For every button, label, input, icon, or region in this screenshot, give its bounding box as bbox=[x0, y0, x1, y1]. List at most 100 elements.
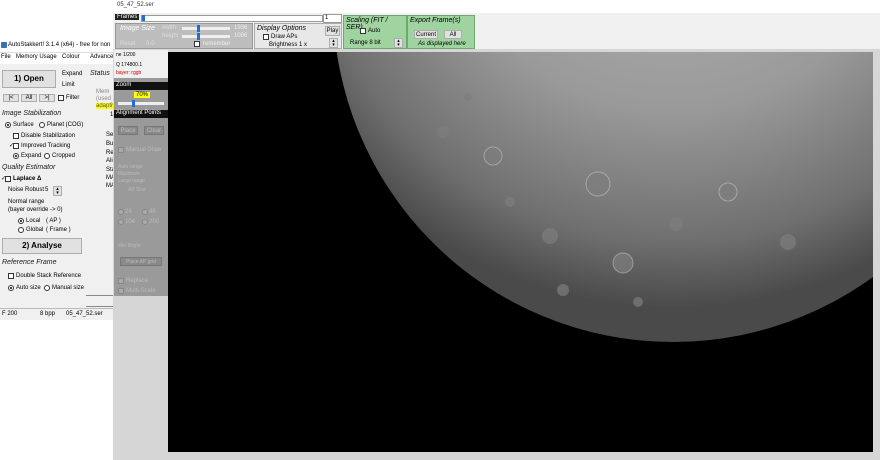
all-frames-button[interactable]: All bbox=[21, 94, 37, 102]
brightness-label: Brightness 1 x bbox=[269, 42, 308, 48]
global-frame-radio[interactable] bbox=[18, 227, 24, 234]
place-button[interactable]: Place bbox=[118, 126, 138, 135]
brightness-stepper[interactable]: ▴ ▾ bbox=[329, 38, 338, 48]
height-slider-thumb[interactable] bbox=[197, 33, 200, 40]
status-heading: Status bbox=[90, 70, 110, 77]
filter-label: Filter bbox=[66, 95, 80, 101]
frames-slider-thumb[interactable] bbox=[142, 15, 145, 21]
display-options-heading: Display Options bbox=[257, 25, 307, 32]
progress-bars bbox=[86, 295, 116, 307]
expand-label: Expand bbox=[62, 71, 83, 77]
draw-aps-checkbox[interactable] bbox=[263, 34, 269, 41]
surface-radio[interactable] bbox=[5, 122, 11, 129]
scaling-auto-checkbox[interactable] bbox=[360, 28, 366, 35]
bayer-label: bayer: rggb bbox=[116, 70, 142, 76]
laplace-checkbox[interactable] bbox=[5, 176, 11, 183]
image-toolbar: Frames 1 Image Size width height 1936 10… bbox=[113, 13, 880, 49]
main-titlebar: AutoStakkert! 3.1.4 (x64) - free for non bbox=[0, 40, 118, 53]
ap-size-200-radio[interactable] bbox=[142, 219, 148, 226]
double-stack-checkbox[interactable] bbox=[8, 273, 14, 280]
planet-cog-radio[interactable] bbox=[39, 122, 45, 129]
ap-size-200-label: 200 bbox=[149, 219, 160, 225]
height-slider[interactable] bbox=[182, 33, 230, 40]
replace-label: Replace bbox=[126, 278, 149, 284]
first-frame-button[interactable]: |< bbox=[3, 94, 19, 102]
open-button[interactable]: 1) Open bbox=[2, 70, 56, 88]
zoom-heading: Zoom bbox=[114, 82, 168, 90]
frame-number-field[interactable]: 1 bbox=[323, 14, 342, 23]
disable-stabilization-checkbox[interactable] bbox=[13, 133, 19, 140]
ap-grid-text-3: Large range bbox=[118, 178, 145, 184]
filter-checkbox[interactable] bbox=[58, 95, 64, 102]
manual-size-radio[interactable] bbox=[44, 285, 50, 292]
local-ap-radio[interactable] bbox=[18, 218, 24, 225]
global-suffix: ( Frame ) bbox=[46, 227, 71, 233]
image-size-group: Image Size width height 1936 1096 Reset … bbox=[115, 23, 253, 49]
scaling-group: Scaling (FIT / SER) Auto Range 8 bit ▴ ▾ bbox=[343, 15, 407, 49]
range-stepper[interactable]: ▴ ▾ bbox=[394, 38, 403, 48]
status-bar: F 200 8 bpp 05_47_52.ser bbox=[0, 308, 118, 320]
width-slider-thumb[interactable] bbox=[197, 25, 200, 32]
multi-scale-label: Multi-Scale bbox=[126, 288, 156, 294]
main-window: AutoStakkert! 3.1.4 (x64) - free for non… bbox=[0, 40, 119, 320]
frame-info-box: ne 1/200 Q 174800.1 bayer: rggb bbox=[114, 50, 168, 78]
manual-draw-label: Manual Draw bbox=[126, 147, 162, 153]
frames-slider[interactable] bbox=[141, 15, 323, 22]
reset-label[interactable]: Reset bbox=[120, 41, 136, 47]
remember-checkbox[interactable] bbox=[194, 41, 200, 48]
quality-estimator-heading: Quality Estimator bbox=[2, 164, 56, 171]
ap-size-48-radio[interactable] bbox=[142, 209, 148, 216]
ap-size-104-radio[interactable] bbox=[118, 219, 124, 226]
app-icon bbox=[1, 42, 7, 48]
global-label: Global bbox=[26, 227, 44, 233]
width-value: 1936 bbox=[234, 25, 248, 31]
clear-button[interactable]: Clear bbox=[144, 126, 164, 135]
ap-size-24-label: 24 bbox=[125, 209, 132, 215]
zoom-slider-thumb[interactable] bbox=[132, 100, 135, 107]
manual-size-label: Manual size bbox=[52, 285, 85, 291]
analyse-button[interactable]: 2) Analyse bbox=[2, 238, 82, 254]
improved-tracking-checkbox[interactable] bbox=[13, 143, 19, 150]
export-group: Export Frame(s) Current All As displayed… bbox=[407, 15, 475, 49]
normal-range-label: Normal range bbox=[8, 199, 45, 205]
ap-grid-text-1: Auto range bbox=[118, 164, 143, 170]
auto-size-radio[interactable] bbox=[8, 285, 14, 292]
image-window: 05_47_52.ser Frames 1 Image Size width h… bbox=[113, 0, 880, 460]
ap-size-24-radio[interactable] bbox=[118, 209, 124, 216]
last-frame-button[interactable]: >| bbox=[39, 94, 55, 102]
export-current-button[interactable]: Current bbox=[414, 30, 438, 39]
zoom-value: 70% bbox=[134, 92, 151, 98]
double-stack-label: Double Stack Reference bbox=[16, 273, 82, 279]
menu-memory-usage[interactable]: Memory Usage bbox=[16, 54, 57, 60]
alignment-side-panel: ne 1/200 Q 174800.1 bayer: rggb Zoom 70%… bbox=[114, 50, 168, 296]
improved-tracking-label: Improved Tracking bbox=[21, 143, 71, 149]
play-button[interactable]: Play bbox=[325, 26, 340, 36]
ap-size-label: AP Size bbox=[128, 187, 146, 193]
moon-image[interactable] bbox=[168, 0, 880, 452]
expand-radio-label: Expand bbox=[21, 153, 42, 159]
frames-label: Frames bbox=[115, 14, 140, 20]
range-label: Range 8 bit bbox=[350, 40, 381, 46]
image-window-title: 05_47_52.ser bbox=[117, 2, 154, 8]
ap-size-48-label: 48 bbox=[149, 209, 156, 215]
moon-photo-svg bbox=[168, 0, 880, 452]
expand-radio[interactable] bbox=[13, 153, 19, 160]
manual-draw-checkbox[interactable] bbox=[118, 147, 124, 154]
as-displayed-label: As displayed here bbox=[418, 41, 466, 47]
menu-file[interactable]: File bbox=[1, 54, 11, 60]
cropped-radio[interactable] bbox=[44, 153, 50, 160]
zoom-slider[interactable] bbox=[118, 100, 164, 107]
remember-label: remember bbox=[203, 41, 231, 47]
replace-checkbox[interactable] bbox=[118, 278, 124, 285]
ap-grid-text-2: Maximum bbox=[118, 171, 140, 177]
place-ap-grid-button[interactable]: Place AP grid bbox=[120, 257, 162, 266]
cropped-label: Cropped bbox=[52, 153, 76, 159]
ap-size-104-label: 104 bbox=[125, 219, 136, 225]
menu-colour[interactable]: Colour bbox=[62, 54, 80, 60]
width-slider[interactable] bbox=[182, 25, 230, 32]
menu-advanced[interactable]: Advance bbox=[90, 54, 113, 60]
export-all-button[interactable]: All bbox=[444, 30, 462, 39]
noise-robust-stepper[interactable]: ▴ ▾ bbox=[53, 186, 62, 196]
disable-stabilization-label: Disable Stabilization bbox=[21, 133, 76, 139]
multi-scale-checkbox[interactable] bbox=[118, 288, 124, 295]
